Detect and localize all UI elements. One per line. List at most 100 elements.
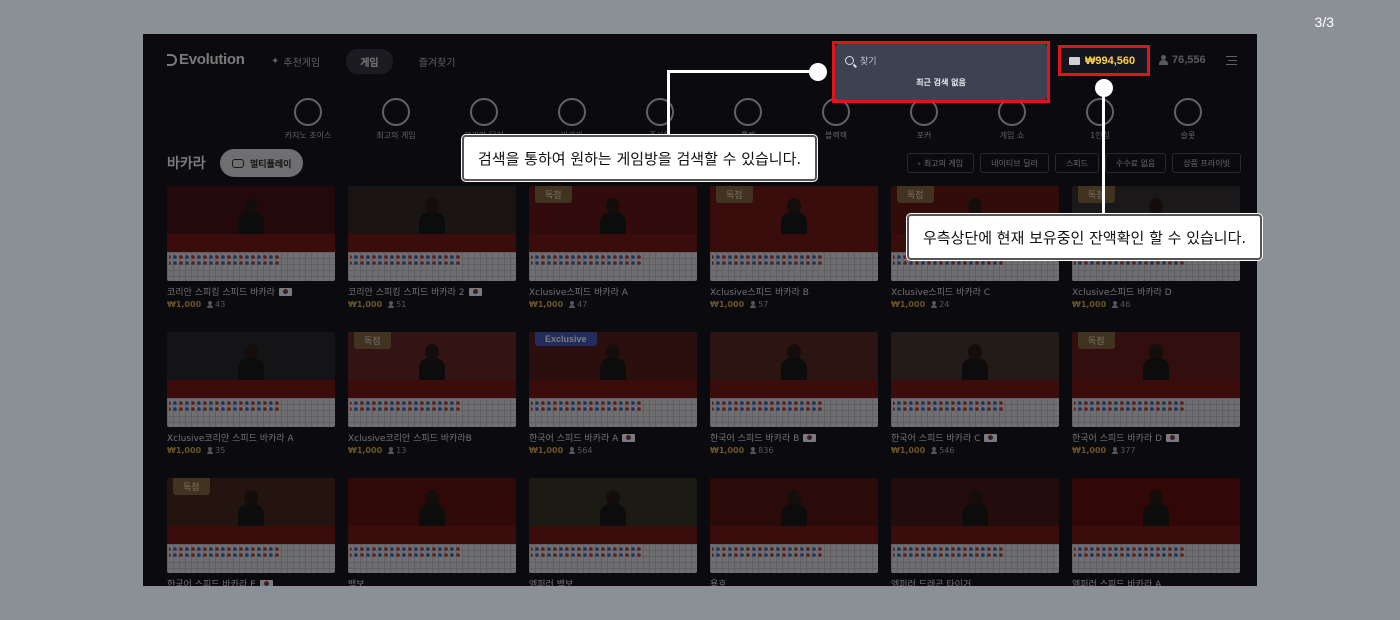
menu-icon[interactable] xyxy=(1226,56,1237,65)
category-icon xyxy=(382,98,410,126)
game-card[interactable]: 코리안 스피킹 스피드 바카라 ₩1,000 43 xyxy=(167,186,335,324)
game-card[interactable]: 독점 한국어 스피드 바카라 D ₩1,000 377 xyxy=(1072,332,1240,470)
person-icon xyxy=(750,447,757,454)
game-thumbnail[interactable] xyxy=(348,186,516,281)
game-thumbnail[interactable]: 독점 xyxy=(1072,332,1240,427)
game-title-row: Xclusive스피드 바카라 C xyxy=(891,285,1059,298)
game-meta: ₩1,000 57 xyxy=(710,300,878,309)
nav-games[interactable]: 게임 xyxy=(346,49,393,74)
game-card[interactable]: 독점 Xclusive스피드 바카라 B ₩1,000 57 xyxy=(710,186,878,324)
game-thumbnail[interactable]: Exclusive xyxy=(529,332,697,427)
person-icon xyxy=(750,301,757,308)
game-meta: ₩1,000 47 xyxy=(529,300,697,309)
game-tag: 독점 xyxy=(354,332,391,349)
game-thumbnail[interactable]: 독점 xyxy=(167,478,335,573)
roadmap-beads xyxy=(712,546,822,558)
category-item[interactable]: 포커 xyxy=(889,98,959,141)
min-bet: ₩1,000 xyxy=(167,300,202,309)
game-card[interactable]: 독점 Xclusive스피드 바카라 A ₩1,000 47 xyxy=(529,186,697,324)
game-card[interactable]: 독점 한국어 스피드 바카라 E xyxy=(167,478,335,586)
sparkle-icon: ✦ xyxy=(271,56,280,67)
min-bet: ₩1,000 xyxy=(167,446,202,455)
filter-chip[interactable]: 상품 프라이빗 xyxy=(1172,153,1241,173)
game-card[interactable]: Xclusive코리안 스피드 바카라 A ₩1,000 35 xyxy=(167,332,335,470)
category-item[interactable]: 1인칭 xyxy=(1065,98,1135,141)
game-card[interactable]: 엠퍼러 백보 xyxy=(529,478,697,586)
table-felt xyxy=(710,234,878,252)
game-thumbnail[interactable]: 독점 xyxy=(348,332,516,427)
game-card[interactable]: 용호 xyxy=(710,478,878,586)
category-item[interactable]: 카지노 초이스 xyxy=(273,98,343,141)
player-count-value: 13 xyxy=(396,446,407,455)
evolution-logo-icon xyxy=(167,53,177,66)
category-icon xyxy=(558,98,586,126)
nav-favorites[interactable]: 즐겨찾기 xyxy=(411,49,464,74)
game-card[interactable]: 엠퍼러 드래곤 타이거 xyxy=(891,478,1059,586)
logo-text: Evolution xyxy=(179,51,245,68)
roadmap-beads xyxy=(712,254,822,266)
game-thumbnail[interactable]: 독점 xyxy=(710,186,878,281)
game-thumbnail[interactable] xyxy=(1072,478,1240,573)
live-video xyxy=(891,332,1059,398)
game-thumbnail[interactable] xyxy=(167,186,335,281)
player-count: 57 xyxy=(750,300,768,309)
game-title: 엠퍼러 드래곤 타이거 xyxy=(891,580,972,586)
table-felt xyxy=(529,380,697,398)
player-count: 43 xyxy=(207,300,225,309)
filter-chip[interactable]: › 최고의 게임 xyxy=(906,153,975,173)
game-title: Xclusive스피드 바카라 C xyxy=(891,288,991,298)
game-thumbnail[interactable] xyxy=(348,478,516,573)
game-title: 엠퍼러 스피드 바카라 A xyxy=(1072,580,1162,586)
game-card[interactable]: Exclusive 한국어 스피드 바카라 A ₩1,000 564 xyxy=(529,332,697,470)
category-icon xyxy=(470,98,498,126)
multiplay-label: 멀티플레이 xyxy=(250,159,292,170)
game-thumbnail[interactable] xyxy=(710,332,878,427)
person-icon xyxy=(931,301,938,308)
balance-callout: 우측상단에 현재 보유중인 잔액확인 할 수 있습니다. xyxy=(907,214,1263,260)
game-card[interactable]: 엠퍼러 스피드 바카라 A xyxy=(1072,478,1240,586)
game-thumbnail[interactable] xyxy=(167,332,335,427)
game-title-row: 용호 xyxy=(710,577,878,586)
game-tag: 독점 xyxy=(1078,186,1115,203)
player-count-value: 35 xyxy=(215,446,226,455)
filter-chip[interactable]: 네이티브 딜러 xyxy=(980,153,1049,173)
roadmap-beads xyxy=(893,400,1003,412)
category-label: 1인칭 xyxy=(1090,131,1110,140)
player-count-value: 24 xyxy=(939,300,950,309)
min-bet: ₩1,000 xyxy=(529,446,564,455)
category-label: 게임 쇼 xyxy=(999,131,1025,140)
category-label: 포커 xyxy=(916,131,932,140)
player-count-value: 377 xyxy=(1120,446,1136,455)
game-tag: 독점 xyxy=(535,186,572,203)
game-thumbnail[interactable] xyxy=(891,332,1059,427)
category-item[interactable]: 게임 쇼 xyxy=(977,98,1047,141)
game-card[interactable]: 한국어 스피드 바카라 C ₩1,000 546 xyxy=(891,332,1059,470)
player-count: 377 xyxy=(1112,446,1135,455)
table-felt xyxy=(529,526,697,544)
filter-chip[interactable]: 수수료 없음 xyxy=(1104,153,1167,173)
game-card[interactable]: 독점 Xclusive코리안 스피드 바카라B ₩1,000 13 xyxy=(348,332,516,470)
game-card[interactable]: 한국어 스피드 바카라 B ₩1,000 836 xyxy=(710,332,878,470)
game-title: Xclusive스피드 바카라 A xyxy=(529,288,628,298)
game-meta: ₩1,000 46 xyxy=(1072,300,1240,309)
table-felt xyxy=(891,526,1059,544)
game-thumbnail[interactable] xyxy=(710,478,878,573)
table-felt xyxy=(167,526,335,544)
game-title-row: 한국어 스피드 바카라 B xyxy=(710,431,878,444)
category-item[interactable]: 최고의 게임 xyxy=(361,98,431,141)
category-item[interactable]: 슬롯 xyxy=(1153,98,1223,141)
filter-chip[interactable]: 스피드 xyxy=(1054,153,1099,173)
game-thumbnail[interactable] xyxy=(529,478,697,573)
game-thumbnail[interactable]: 독점 xyxy=(529,186,697,281)
game-title: 한국어 스피드 바카라 C xyxy=(891,434,981,444)
game-card[interactable]: 백보 xyxy=(348,478,516,586)
table-felt xyxy=(348,380,516,398)
multiplay-button[interactable]: 멀티플레이 xyxy=(220,149,304,177)
game-meta: ₩1,000 13 xyxy=(348,446,516,455)
nav-recommended[interactable]: ✦ 추천게임 xyxy=(263,49,328,74)
game-tag: 독점 xyxy=(1078,332,1115,349)
logo[interactable]: Evolution xyxy=(167,51,245,68)
game-card[interactable]: 코리안 스피킹 스피드 바카라 2 ₩1,000 51 xyxy=(348,186,516,324)
game-title-row: 코리안 스피킹 스피드 바카라 2 xyxy=(348,285,516,298)
game-thumbnail[interactable] xyxy=(891,478,1059,573)
